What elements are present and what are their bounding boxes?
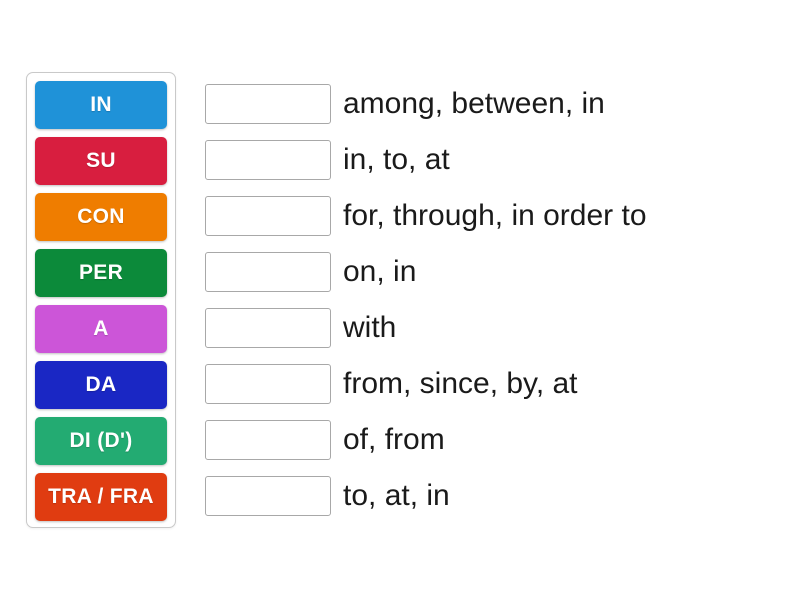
tile-label: DI (D')	[69, 429, 133, 452]
tile-label: DA	[85, 373, 117, 396]
draggable-tile[interactable]: CON	[35, 193, 167, 241]
pair-row: to, at, in	[205, 476, 647, 516]
dropzone[interactable]	[205, 308, 331, 348]
definition-text: on, in	[343, 255, 417, 288]
tile-label: CON	[77, 205, 125, 228]
definition-text: from, since, by, at	[343, 367, 578, 400]
draggable-tile[interactable]: DA	[35, 361, 167, 409]
dropzone[interactable]	[205, 364, 331, 404]
draggable-tile[interactable]: DI (D')	[35, 417, 167, 465]
dropzone[interactable]	[205, 420, 331, 460]
dropzone[interactable]	[205, 252, 331, 292]
activity-stage: IN SU CON PER A DA DI (D') TRA / FRA amo…	[0, 0, 800, 600]
dropzone[interactable]	[205, 196, 331, 236]
tile-label: A	[93, 317, 109, 340]
pair-row: of, from	[205, 420, 647, 460]
draggable-tile[interactable]: PER	[35, 249, 167, 297]
definition-text: with	[343, 311, 397, 344]
draggable-tile[interactable]: A	[35, 305, 167, 353]
definition-text: to, at, in	[343, 479, 450, 512]
definition-text: for, through, in order to	[343, 199, 647, 232]
tile-label: TRA / FRA	[48, 485, 154, 508]
pair-row: from, since, by, at	[205, 364, 647, 404]
dropzone[interactable]	[205, 140, 331, 180]
pair-row: in, to, at	[205, 140, 647, 180]
tile-tray: IN SU CON PER A DA DI (D') TRA / FRA	[26, 72, 176, 528]
draggable-tile[interactable]: TRA / FRA	[35, 473, 167, 521]
draggable-tile[interactable]: IN	[35, 81, 167, 129]
definition-text: of, from	[343, 423, 445, 456]
tile-label: SU	[86, 149, 116, 172]
definition-text: in, to, at	[343, 143, 450, 176]
dropzone[interactable]	[205, 84, 331, 124]
pair-row: for, through, in order to	[205, 196, 647, 236]
pair-list: among, between, in in, to, at for, throu…	[205, 84, 647, 516]
draggable-tile[interactable]: SU	[35, 137, 167, 185]
tile-label: IN	[90, 93, 112, 116]
pair-row: among, between, in	[205, 84, 647, 124]
pair-row: on, in	[205, 252, 647, 292]
definition-text: among, between, in	[343, 87, 605, 120]
tile-label: PER	[78, 261, 124, 284]
pair-row: with	[205, 308, 647, 348]
dropzone[interactable]	[205, 476, 331, 516]
